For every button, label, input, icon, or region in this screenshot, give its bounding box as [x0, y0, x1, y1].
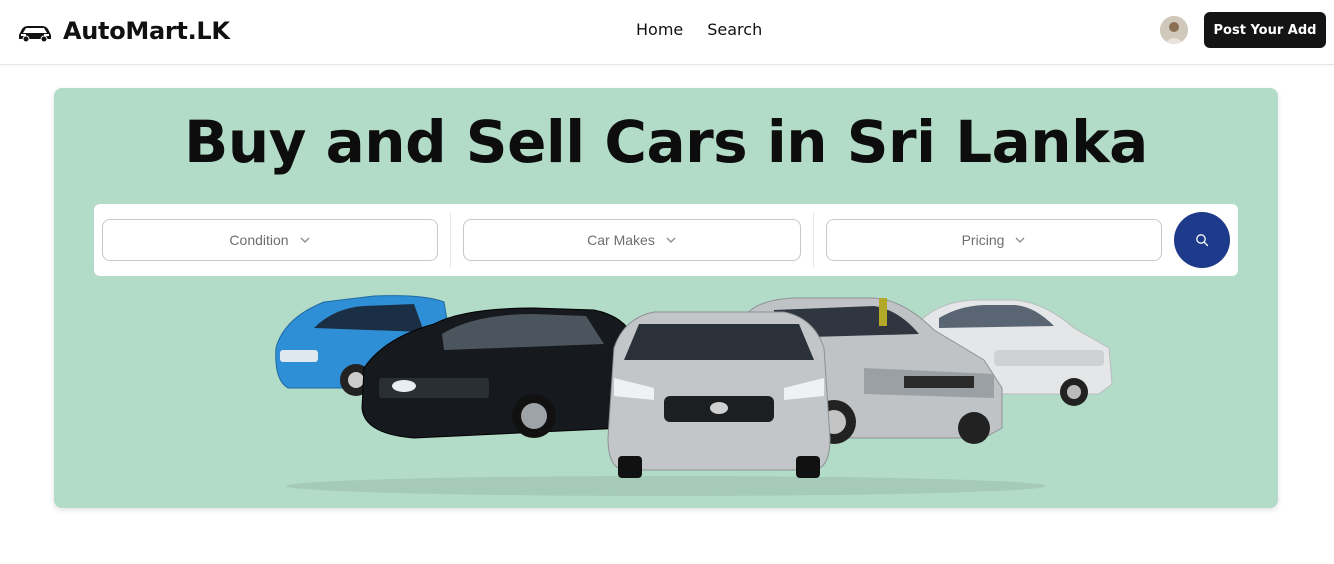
chevron-down-icon: [1015, 237, 1025, 243]
divider: [450, 212, 451, 268]
condition-label: Condition: [229, 232, 289, 248]
silver-sedan: [607, 311, 831, 478]
car-makes-label: Car Makes: [587, 232, 655, 248]
search-button[interactable]: [1174, 212, 1230, 268]
chevron-down-icon: [666, 237, 676, 243]
chevron-down-icon: [300, 237, 310, 243]
nav-link-search[interactable]: Search: [707, 20, 762, 39]
condition-dropdown[interactable]: Condition: [102, 219, 438, 261]
cars-illustration: [275, 295, 1113, 496]
navbar: AutoMart.LK Home Search Post Your Add: [0, 0, 1334, 65]
post-your-add-button[interactable]: Post Your Add: [1204, 12, 1326, 48]
divider: [813, 212, 814, 268]
search-icon: [1196, 234, 1209, 247]
pricing-dropdown[interactable]: Pricing: [826, 219, 1162, 261]
search-filter-bar: Condition Car Makes Pricing: [94, 204, 1238, 276]
hero-title: Buy and Sell Cars in Sri Lanka: [184, 108, 1148, 176]
brand-logo-link[interactable]: AutoMart.LK: [17, 13, 230, 49]
nav-link-home[interactable]: Home: [636, 20, 683, 39]
pricing-label: Pricing: [961, 232, 1005, 248]
car-icon: [19, 26, 51, 43]
car-makes-dropdown[interactable]: Car Makes: [463, 219, 801, 261]
hero-banner: Buy and Sell Cars in Sri Lanka Condition…: [54, 88, 1278, 508]
brand-name: AutoMart.LK: [63, 17, 230, 45]
avatar-image: [1160, 16, 1188, 44]
user-avatar[interactable]: [1160, 16, 1188, 44]
main-nav: Home Search: [636, 20, 762, 39]
